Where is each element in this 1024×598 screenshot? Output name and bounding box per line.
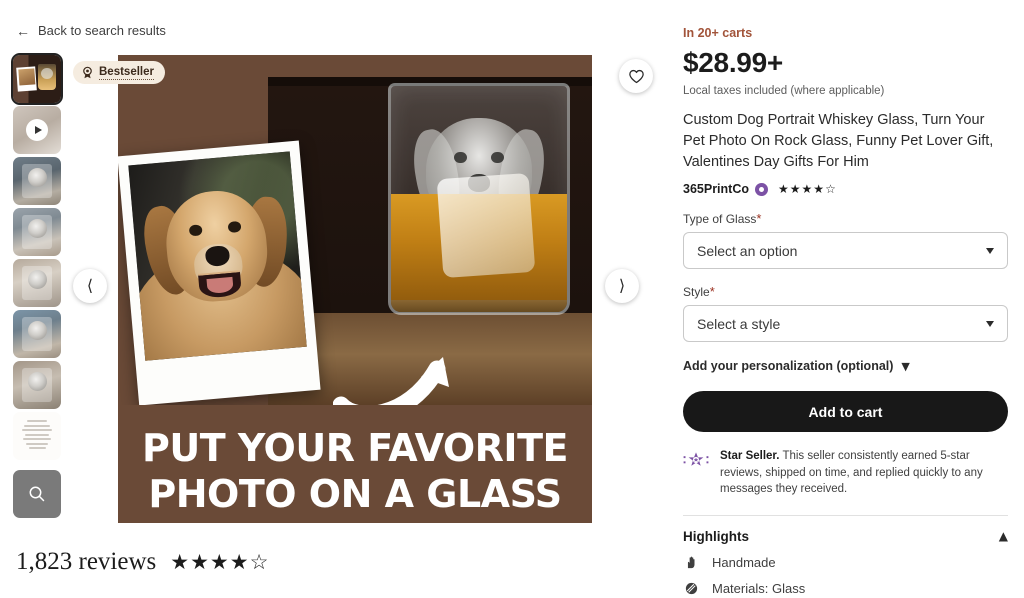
thumbnail-glass-4[interactable] bbox=[13, 208, 61, 256]
thumbnail-rail bbox=[11, 53, 63, 518]
glass-base bbox=[391, 300, 567, 312]
ice-cube bbox=[436, 173, 536, 279]
back-to-search-results-link[interactable]: ← Back to search results bbox=[16, 23, 166, 38]
star-seller-icon bbox=[683, 448, 709, 475]
product-page: ← Back to search results PUT YOUR FAVORI… bbox=[0, 0, 1024, 598]
polaroid-photo-frame bbox=[118, 140, 321, 406]
hero-caption-line-1: PUT YOUR FAVORITE bbox=[142, 426, 568, 470]
arrow-left-icon: ← bbox=[16, 22, 30, 39]
thumbnail-video[interactable] bbox=[13, 106, 61, 154]
gallery-next-button[interactable]: ⟩ bbox=[605, 269, 639, 303]
etched-dog-eye-right bbox=[491, 151, 504, 163]
product-info-panel: In 20+ carts $28.99+ Local taxes include… bbox=[683, 0, 1008, 598]
star-3: ★ bbox=[209, 550, 229, 574]
hero-caption-line-2: PHOTO ON A GLASS bbox=[148, 472, 562, 516]
bestseller-badge[interactable]: Bestseller bbox=[73, 61, 165, 84]
chevron-down-icon bbox=[986, 320, 994, 327]
gallery-prev-button[interactable]: ⟨ bbox=[73, 269, 107, 303]
divider-highlights bbox=[683, 514, 1008, 516]
thumbnail-info-card[interactable] bbox=[13, 412, 61, 460]
reviews-summary[interactable]: 1,823 reviews ★ ★ ★ ★ ☆ bbox=[16, 548, 268, 576]
handmade-icon bbox=[683, 555, 700, 570]
seller-star-rating: ★ ★ ★ ★ ☆ bbox=[778, 183, 836, 195]
style-value: Select a style bbox=[697, 315, 781, 332]
product-hero-image[interactable]: PUT YOUR FAVORITE PHOTO ON A GLASS bbox=[118, 55, 592, 523]
highlight-item-handmade: Handmade bbox=[683, 555, 1008, 570]
play-icon bbox=[26, 119, 48, 141]
product-price: $28.99+ bbox=[683, 47, 783, 78]
type-of-glass-text: Type of Glass bbox=[683, 212, 757, 226]
rosette-icon bbox=[83, 66, 92, 79]
zoom-gallery-button[interactable] bbox=[13, 470, 61, 518]
type-of-glass-value: Select an option bbox=[697, 242, 798, 259]
reviews-star-rating: ★ ★ ★ ★ ☆ bbox=[170, 552, 268, 573]
etched-dog-eye-left bbox=[454, 151, 467, 163]
star-5-half: ☆ bbox=[249, 550, 269, 574]
personalization-toggle[interactable]: Add your personalization (optional) ▼ bbox=[683, 359, 1008, 373]
seller-row[interactable]: 365PrintCo ★ ★ ★ ★ ☆ bbox=[683, 182, 1008, 196]
star-2: ★ bbox=[190, 550, 209, 574]
highlights-section-header[interactable]: Highlights ▲ bbox=[683, 529, 1008, 544]
highlights-heading: Highlights bbox=[683, 528, 749, 544]
required-marker: * bbox=[756, 211, 762, 226]
chevron-down-icon: ▼ bbox=[901, 359, 910, 373]
star-4: ★ bbox=[229, 550, 249, 574]
in-carts-label: In 20+ carts bbox=[683, 26, 753, 40]
seller-name-link[interactable]: 365PrintCo bbox=[683, 182, 749, 196]
materials-icon bbox=[683, 581, 700, 596]
chevron-left-icon: ⟨ bbox=[86, 276, 94, 295]
thumbnail-glass-6[interactable] bbox=[13, 310, 61, 358]
heart-outline-icon bbox=[628, 69, 644, 83]
thumbnail-glass-5[interactable] bbox=[13, 259, 61, 307]
dog-photograph bbox=[128, 151, 307, 361]
type-of-glass-label: Type of Glass* bbox=[683, 211, 1008, 226]
star-1: ★ bbox=[170, 550, 190, 574]
style-text: Style bbox=[683, 285, 710, 299]
add-to-cart-button[interactable]: Add to cart bbox=[683, 391, 1008, 432]
star-seller-badge-icon bbox=[755, 182, 768, 196]
hero-caption: PUT YOUR FAVORITE PHOTO ON A GLASS bbox=[118, 425, 592, 517]
star-seller-title: Star Seller. bbox=[720, 450, 780, 462]
reviews-count-label[interactable]: 1,823 reviews bbox=[16, 548, 156, 576]
star-seller-info: Star Seller. This seller consistently ea… bbox=[683, 448, 1008, 498]
seller-star-3: ★ bbox=[801, 182, 813, 196]
thumbnail-glass-3[interactable] bbox=[13, 157, 61, 205]
highlight-item-materials: Materials: Glass bbox=[683, 581, 1008, 596]
seller-star-5-half: ☆ bbox=[825, 182, 836, 196]
favorite-button[interactable] bbox=[619, 59, 653, 93]
seller-star-1: ★ bbox=[778, 182, 789, 196]
hero-top-band bbox=[118, 55, 592, 77]
seller-star-2: ★ bbox=[789, 182, 801, 196]
engraved-whiskey-glass bbox=[388, 83, 570, 315]
highlight-label: Materials: Glass bbox=[712, 580, 806, 596]
chevron-up-icon: ▲ bbox=[998, 529, 1008, 543]
required-marker: * bbox=[709, 284, 715, 299]
thumb-glass bbox=[38, 64, 56, 90]
thumb-polaroid bbox=[16, 66, 37, 92]
info-card-lines bbox=[20, 417, 54, 455]
curved-arrow-icon bbox=[333, 357, 449, 417]
chevron-down-icon bbox=[986, 247, 994, 254]
product-title: Custom Dog Portrait Whiskey Glass, Turn … bbox=[683, 112, 994, 170]
star-seller-text: Star Seller. This seller consistently ea… bbox=[720, 448, 1008, 498]
bestseller-label: Bestseller bbox=[99, 65, 154, 80]
back-link-label: Back to search results bbox=[38, 23, 166, 38]
tax-note: Local taxes included (where applicable) bbox=[683, 85, 885, 97]
seller-star-4: ★ bbox=[813, 182, 825, 196]
thumbnail-glass-7[interactable] bbox=[13, 361, 61, 409]
thumbnail-main-collage[interactable] bbox=[11, 53, 63, 105]
type-of-glass-select[interactable]: Select an option bbox=[683, 232, 1008, 269]
chevron-right-icon: ⟩ bbox=[618, 276, 626, 295]
personalization-label: Add your personalization (optional) bbox=[683, 359, 894, 373]
magnifier-icon bbox=[29, 486, 45, 502]
style-label: Style* bbox=[683, 284, 1008, 299]
highlight-label: Handmade bbox=[712, 554, 776, 570]
style-select[interactable]: Select a style bbox=[683, 305, 1008, 342]
